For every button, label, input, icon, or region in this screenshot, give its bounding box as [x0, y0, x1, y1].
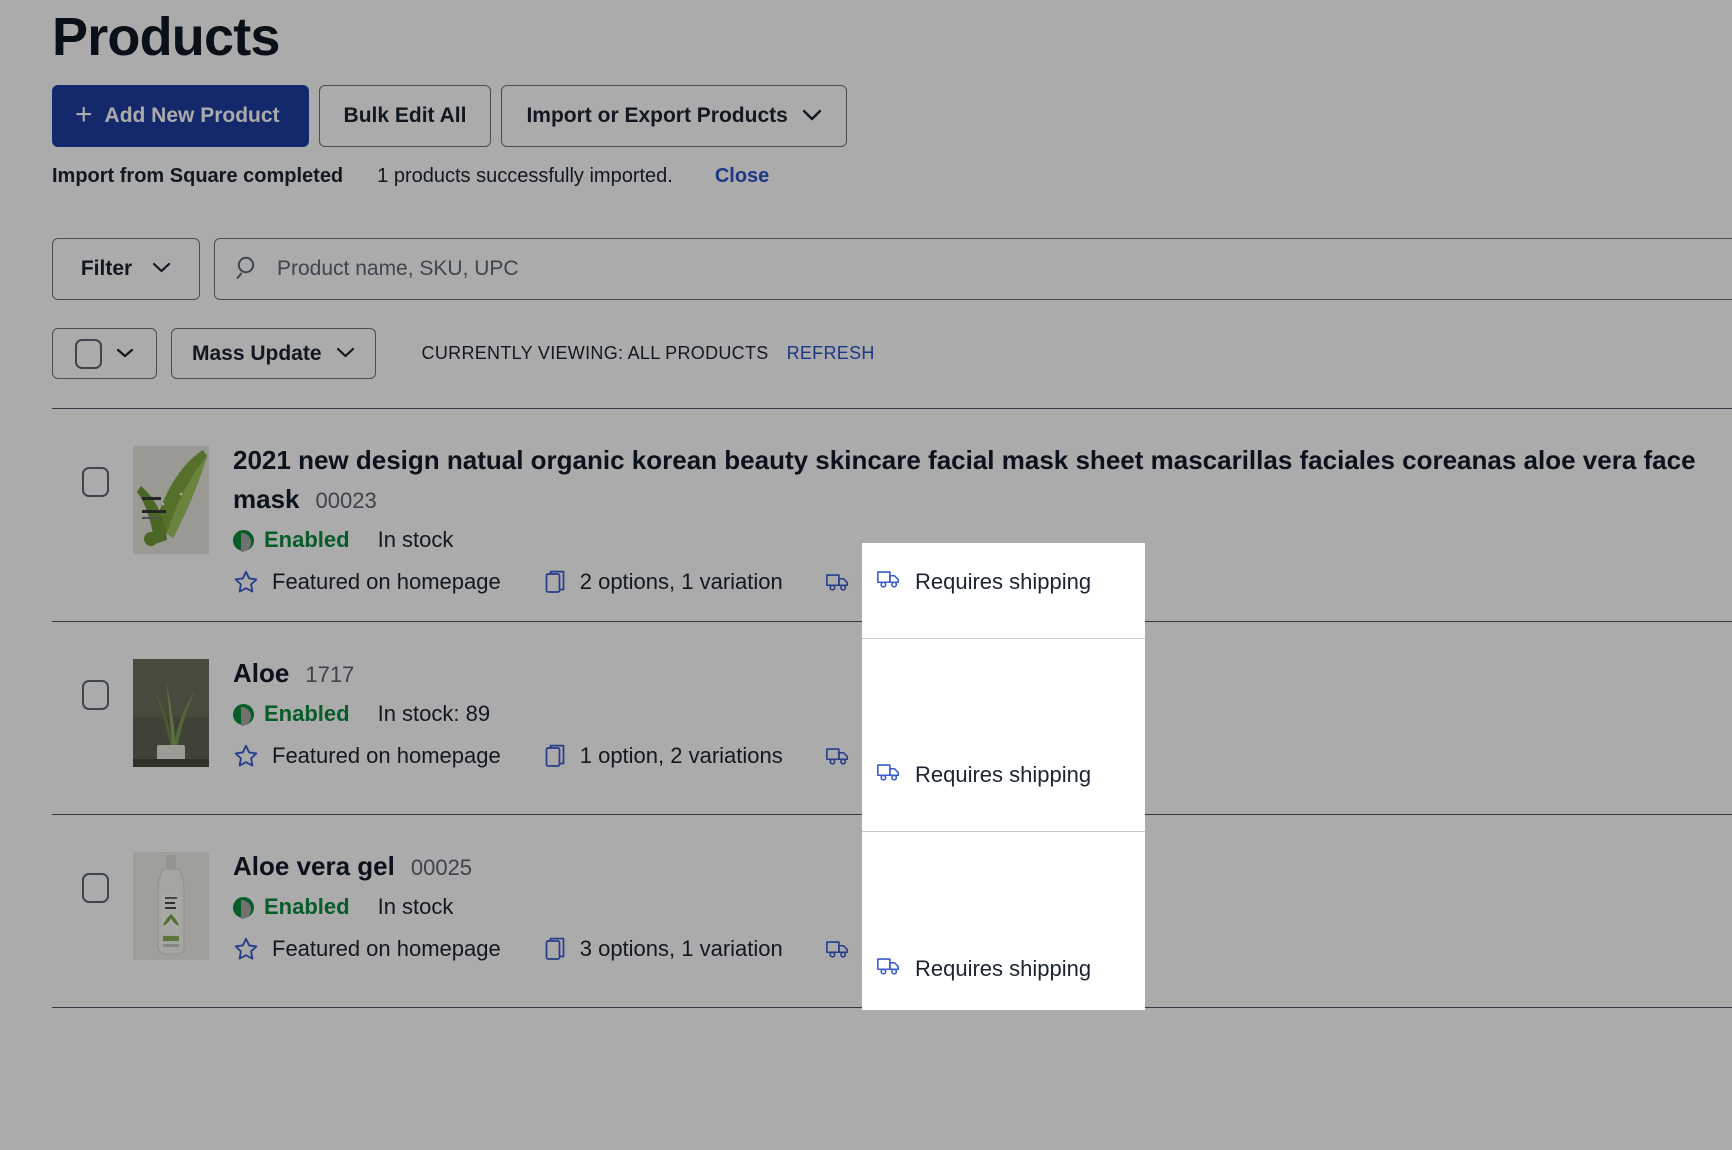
- chevron-down-icon: [336, 345, 355, 363]
- currently-viewing-label: CURRENTLY VIEWING: ALL PRODUCTS: [421, 343, 769, 363]
- mass-update-label: Mass Update: [192, 341, 322, 365]
- shipping-highlight-panel: Requires shipping Requires shipping Requ…: [862, 543, 1145, 1010]
- layers-icon: [543, 743, 567, 769]
- header-action-buttons: + Add New Product Bulk Edit All Import o…: [52, 85, 847, 147]
- options-label: 2 options, 1 variation: [579, 569, 783, 594]
- shipping-label: Requires shipping: [915, 956, 1092, 981]
- chevron-down-icon: [802, 106, 822, 126]
- mass-update-row: Mass Update CURRENTLY VIEWING: ALL PRODU…: [52, 328, 875, 379]
- star-icon: [233, 743, 259, 769]
- import-notice-title: Import from Square completed: [52, 165, 344, 187]
- row-checkbox[interactable]: [82, 873, 109, 903]
- currently-viewing: CURRENTLY VIEWING: ALL PRODUCTS REFRESH: [422, 343, 875, 364]
- spotlight-row: Requires shipping: [862, 955, 1145, 983]
- layers-icon: [543, 569, 567, 595]
- product-title-line: 2021 new design natual organic korean be…: [233, 441, 1732, 519]
- select-all-dropdown[interactable]: [52, 328, 157, 379]
- requires-shipping[interactable]: Requires shipping: [876, 568, 1091, 596]
- truck-icon: [876, 568, 902, 596]
- row-checkbox[interactable]: [82, 680, 109, 710]
- star-icon: [233, 569, 259, 595]
- status-badge: Enabled: [233, 894, 350, 920]
- truck-icon: [876, 761, 902, 789]
- chevron-down-icon: [116, 345, 134, 362]
- featured-on-homepage[interactable]: Featured on homepage: [233, 936, 501, 962]
- options-label: 3 options, 1 variation: [579, 936, 783, 961]
- notice-close-link[interactable]: Close: [715, 165, 769, 188]
- layers-icon: [543, 936, 567, 962]
- stock-label: In stock: [377, 894, 454, 919]
- options-variations[interactable]: 2 options, 1 variation: [543, 569, 783, 595]
- import-notice-message: 1 products successfully imported.: [377, 165, 673, 187]
- star-icon: [233, 936, 259, 962]
- truck-icon: [876, 955, 902, 983]
- refresh-link[interactable]: REFRESH: [787, 343, 875, 364]
- add-new-product-label: Add New Product: [104, 104, 280, 127]
- shipping-label: Requires shipping: [915, 762, 1092, 787]
- featured-label: Featured on homepage: [272, 743, 501, 768]
- search-icon: [235, 254, 261, 285]
- row-checkbox[interactable]: [82, 467, 109, 497]
- featured-label: Featured on homepage: [272, 569, 501, 594]
- import-or-export-products-button[interactable]: Import or Export Products: [501, 85, 847, 147]
- product-sku: 00025: [410, 855, 473, 880]
- select-all-checkbox[interactable]: [75, 338, 102, 369]
- truck-icon: [825, 745, 851, 767]
- status-badge: Enabled: [233, 701, 350, 727]
- row-divider: [862, 831, 1145, 832]
- toggle-on-icon: [233, 703, 254, 726]
- page-title: Products: [52, 7, 280, 67]
- bulk-edit-all-label: Bulk Edit All: [343, 104, 467, 127]
- aloe-mask-sheet-thumbnail: [133, 446, 209, 554]
- filter-search-row: Filter: [52, 238, 1732, 300]
- search-input[interactable]: [277, 257, 1732, 281]
- stock-label: In stock: 89: [377, 701, 491, 726]
- add-new-product-button[interactable]: + Add New Product: [52, 85, 309, 147]
- import-export-label: Import or Export Products: [526, 104, 788, 127]
- aloe-vera-gel-bottle-thumbnail: [133, 852, 209, 960]
- featured-on-homepage[interactable]: Featured on homepage: [233, 569, 501, 595]
- chevron-down-icon: [152, 260, 171, 278]
- featured-on-homepage[interactable]: Featured on homepage: [233, 743, 501, 769]
- spotlight-row: Requires shipping: [862, 568, 1145, 596]
- search-field-wrapper[interactable]: [214, 238, 1732, 300]
- product-sku: 1717: [305, 662, 355, 687]
- product-sku: 00023: [315, 488, 377, 513]
- status-label: Enabled: [264, 527, 350, 552]
- row-divider: [862, 638, 1145, 639]
- shipping-label: Requires shipping: [915, 569, 1092, 594]
- filter-button[interactable]: Filter: [52, 238, 200, 300]
- requires-shipping[interactable]: Requires shipping: [876, 955, 1091, 983]
- featured-label: Featured on homepage: [272, 936, 501, 961]
- stock-label: In stock: [377, 527, 454, 552]
- status-label: Enabled: [264, 701, 350, 726]
- requires-shipping[interactable]: Requires shipping: [876, 761, 1091, 789]
- toggle-on-icon: [233, 529, 254, 552]
- status-label: Enabled: [264, 894, 350, 919]
- aloe-plant-thumbnail: [133, 659, 209, 767]
- truck-icon: [825, 938, 851, 960]
- filter-label: Filter: [80, 257, 133, 280]
- product-title[interactable]: 2021 new design natual organic korean be…: [233, 445, 1696, 514]
- options-label: 1 option, 2 variations: [579, 743, 783, 768]
- mass-update-button[interactable]: Mass Update: [171, 328, 376, 379]
- status-badge: Enabled: [233, 527, 350, 553]
- spotlight-content: Requires shipping Requires shipping Requ…: [862, 543, 1145, 1010]
- import-notice: Import from Square completed 1 products …: [52, 165, 769, 188]
- spotlight-row: Requires shipping: [862, 761, 1145, 789]
- options-variations[interactable]: 3 options, 1 variation: [543, 936, 783, 962]
- options-variations[interactable]: 1 option, 2 variations: [543, 743, 783, 769]
- truck-icon: [825, 571, 851, 593]
- plus-icon: +: [75, 98, 93, 131]
- product-title[interactable]: Aloe vera gel: [233, 851, 395, 881]
- product-title[interactable]: Aloe: [233, 658, 289, 688]
- toggle-on-icon: [233, 896, 254, 919]
- bulk-edit-all-button[interactable]: Bulk Edit All: [318, 85, 492, 147]
